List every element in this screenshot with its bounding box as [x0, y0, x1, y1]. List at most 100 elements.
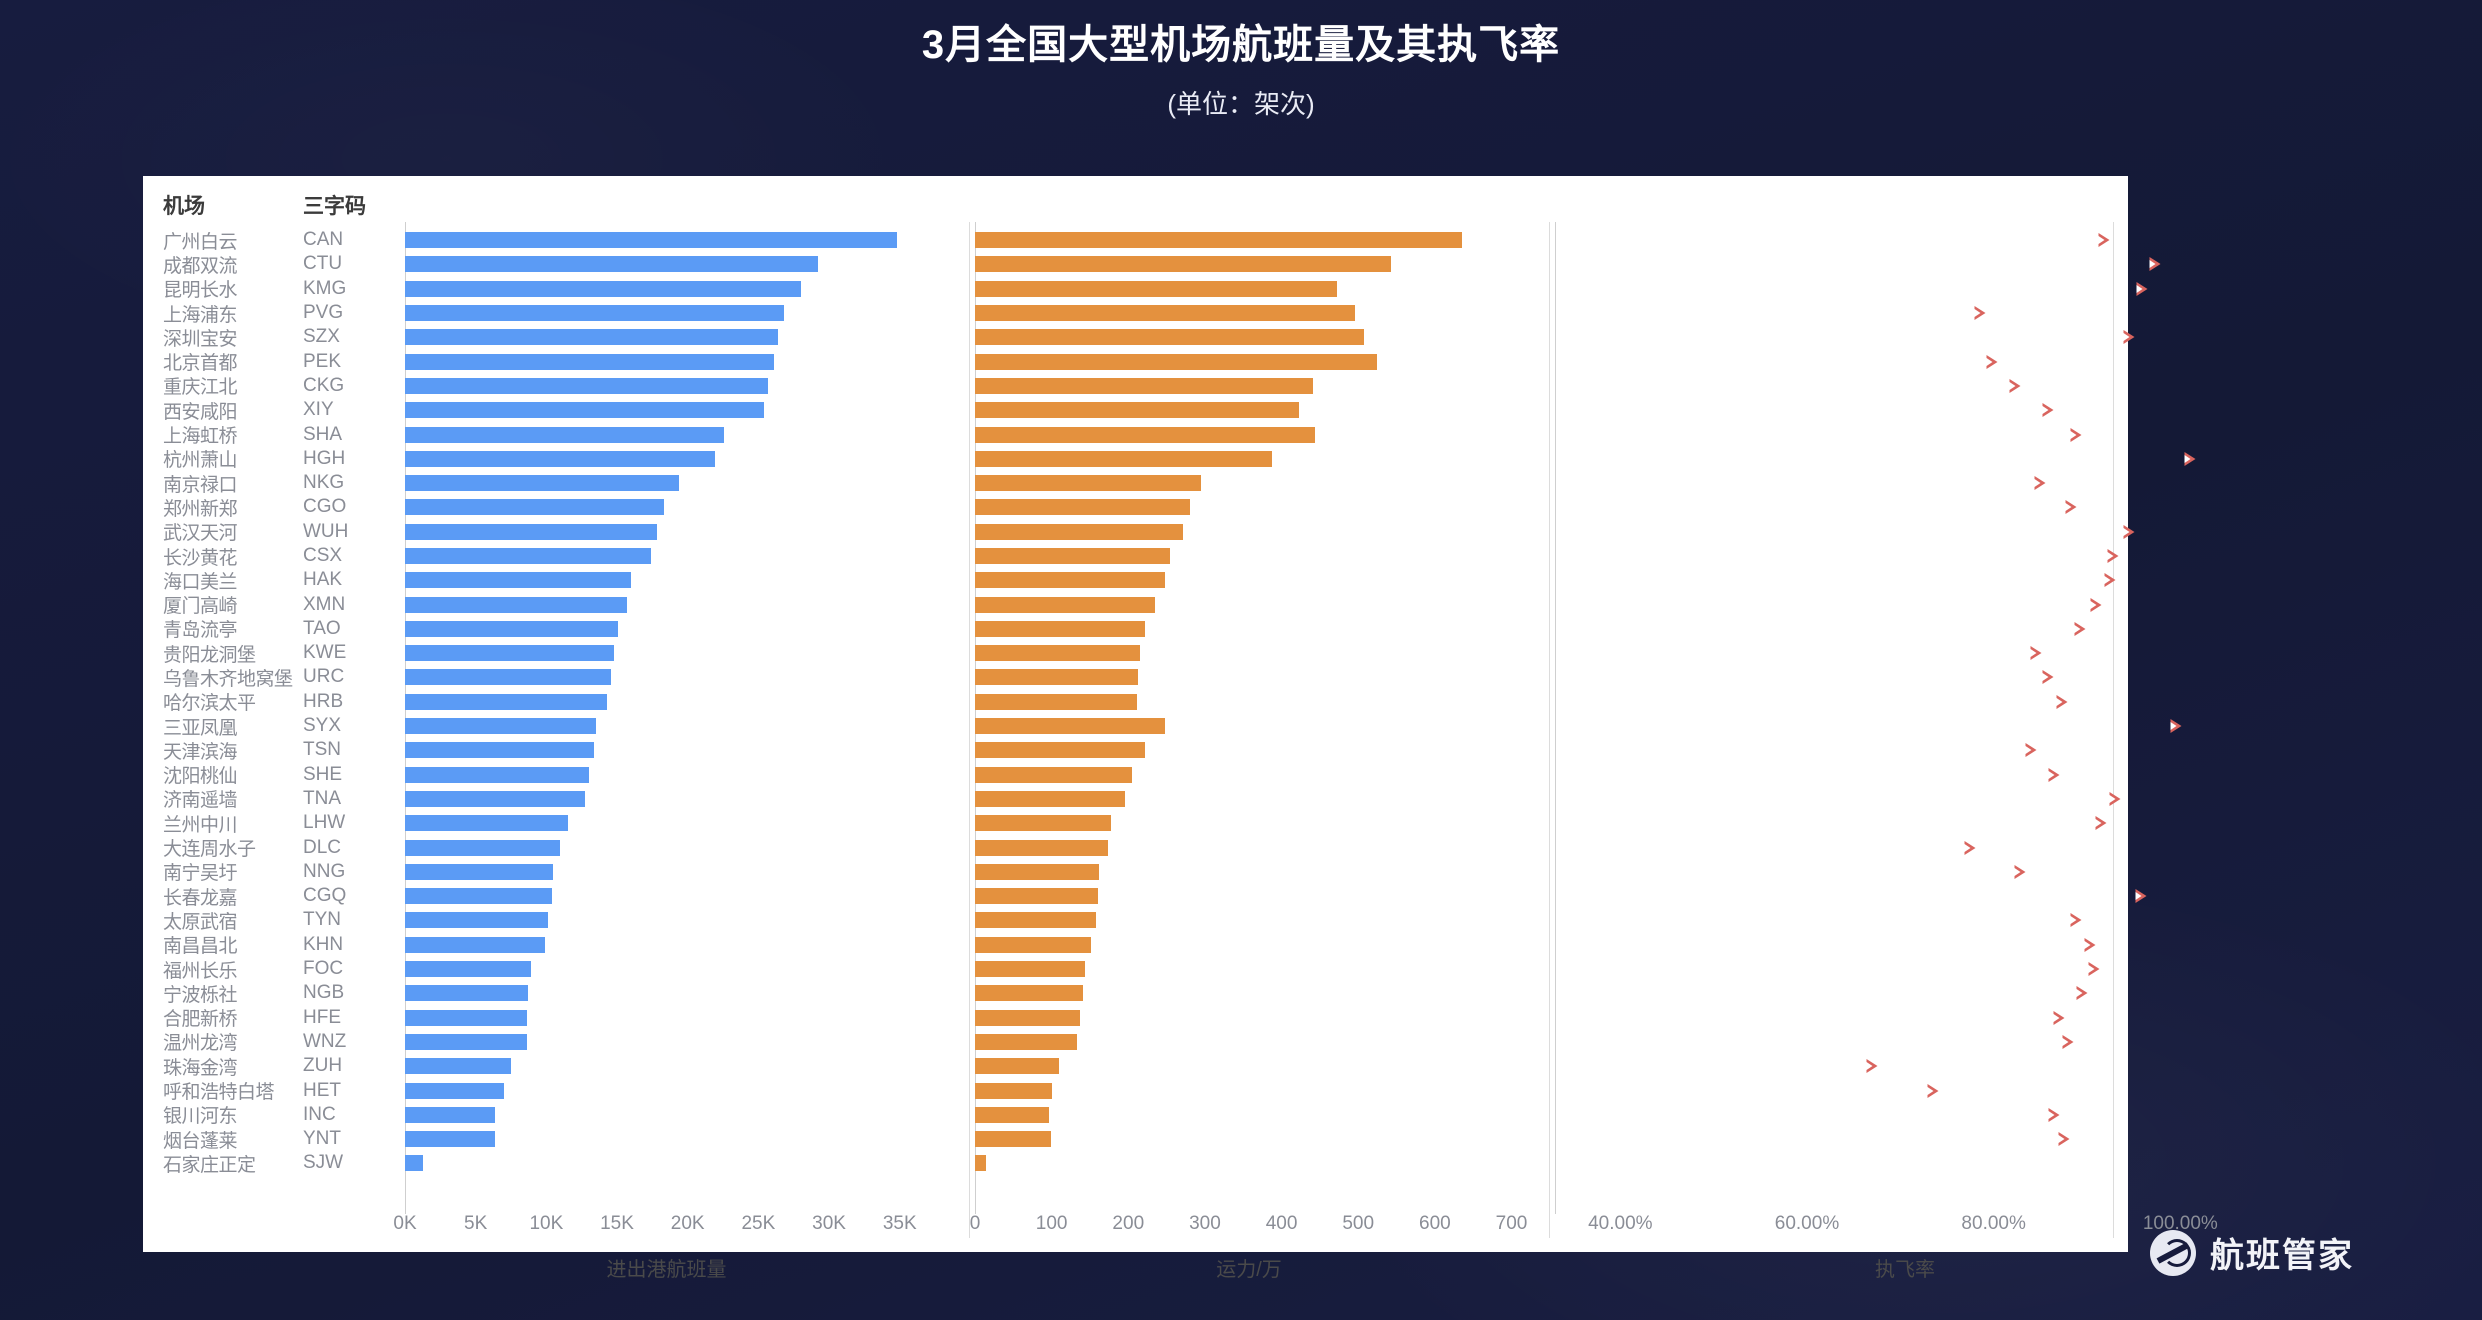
panel-flights-cell [405, 592, 928, 616]
axis-tick-label: 100 [1035, 1213, 1068, 1234]
airport-iata-code: HFE [303, 1006, 341, 1028]
flights-bar [405, 985, 528, 1002]
airport-name: 沈阳桃仙 [163, 766, 238, 788]
panel-capacity-cell [975, 349, 1523, 373]
airport-name: 上海浦东 [163, 304, 238, 326]
flights-bar [405, 912, 548, 929]
axis-tick-label: 700 [1495, 1213, 1528, 1234]
flights-bar [405, 1082, 504, 1099]
airport-iata-code: HGH [303, 447, 346, 469]
panel-flights-cell [405, 835, 928, 859]
panel-rate-cell [1555, 738, 2255, 762]
flights-bar [405, 377, 769, 394]
flights-bar [405, 961, 531, 978]
panel-rate-cell [1555, 277, 2255, 301]
flights-bar [405, 790, 585, 807]
chart-row: 西安咸阳 XIY [143, 398, 2128, 423]
axis-title-flights: 进出港航班量 [606, 1259, 727, 1281]
panel-flights-cell [405, 811, 928, 835]
panel-capacity-cell [975, 1103, 1523, 1127]
capacity-bar [975, 790, 1126, 807]
panel-flights-cell [405, 908, 928, 932]
flights-bar [405, 815, 568, 832]
execution-rate-marker [2135, 889, 2147, 904]
panel-rate-cell [1555, 787, 2255, 811]
airport-name: 珠海金湾 [163, 1057, 238, 1079]
panel-flights-cell [405, 617, 928, 641]
panel-rate-cell [1555, 1078, 2255, 1102]
axis-tick-label: 60.00% [1774, 1213, 1840, 1234]
chart-rows: 广州白云 CAN 成都双流 CTU 昆明长水 KMG 上海浦东 PVG 深圳宝安 SZX 北京首都 P… [143, 228, 2196, 1176]
capacity-bar [975, 475, 1202, 492]
panel-capacity-cell [975, 617, 1523, 641]
airport-name: 海口美兰 [163, 571, 238, 593]
airport-iata-code: DLC [303, 836, 342, 858]
flights-bar [405, 329, 779, 346]
execution-rate-marker [2042, 403, 2054, 418]
panel-rate-cell [1555, 325, 2255, 349]
chart-row: 南宁吴圩 NNG [143, 860, 2128, 884]
panel-rate-cell [1555, 1054, 2255, 1078]
chart-row: 贵阳龙洞堡 KWE [143, 641, 2128, 666]
panel-rate-cell [1555, 690, 2255, 714]
execution-rate-marker [2136, 281, 2148, 296]
panel-capacity-cell [975, 738, 1523, 762]
airport-name: 青岛流亭 [163, 620, 238, 642]
panel-capacity-cell [975, 787, 1523, 811]
capacity-bar [975, 353, 1378, 370]
airport-iata-code: FOC [303, 958, 344, 980]
capacity-bar [975, 402, 1300, 419]
airport-name: 兰州中川 [163, 814, 238, 836]
airport-iata-code: TYN [303, 909, 341, 931]
axis-tick-label: 40.00% [1588, 1213, 1653, 1234]
panel-flights-cell [405, 1030, 928, 1054]
capacity-bar [975, 645, 1140, 662]
panel-rate-cell [1555, 398, 2255, 422]
panel-capacity-cell [975, 398, 1523, 422]
execution-rate-marker [1927, 1083, 1939, 1098]
chart-row: 银川河东 INC [143, 1103, 2128, 1127]
chart-row: 海口美兰 HAK [143, 568, 2128, 593]
panel-rate-cell [1555, 884, 2255, 908]
airport-name: 昆明长水 [163, 280, 238, 302]
panel-flights-cell [405, 228, 928, 252]
flights-bar [405, 888, 552, 905]
airport-name: 南京禄口 [163, 474, 238, 496]
panel-flights-cell [405, 568, 928, 592]
panel-capacity-cell [975, 933, 1523, 957]
airport-iata-code: SZX [303, 326, 340, 348]
airport-iata-code: ZUH [303, 1055, 343, 1077]
panel-rate-cell [1555, 301, 2255, 325]
axis-tick-label: 10K [529, 1213, 564, 1234]
panel-flights-cell [405, 1054, 928, 1078]
capacity-bar [975, 572, 1166, 589]
flights-bar [405, 620, 619, 637]
panel-rate-cell [1555, 228, 2255, 252]
chart-row: 北京首都 PEK [143, 349, 2128, 374]
panel-rate-cell [1555, 933, 2255, 957]
flights-bar [405, 742, 595, 759]
panel-flights-cell [405, 277, 928, 301]
airport-name: 杭州萧山 [163, 450, 238, 472]
capacity-bar [975, 1131, 1051, 1148]
flights-bar [405, 256, 818, 273]
flights-bar [405, 1155, 424, 1172]
panel-flights-cell [405, 544, 928, 568]
airport-name: 成都双流 [163, 255, 238, 277]
capacity-bar [975, 523, 1184, 540]
execution-rate-marker [2123, 330, 2135, 345]
chart-row: 厦门高崎 XMN [143, 592, 2128, 617]
chart-row: 珠海金湾 ZUH [143, 1054, 2128, 1079]
airport-name: 烟台蓬莱 [163, 1130, 238, 1152]
capacity-bar [975, 1106, 1050, 1123]
chart-row: 广州白云 CAN [143, 228, 2128, 253]
airport-iata-code: NKG [303, 472, 345, 494]
chart-row: 福州长乐 FOC [143, 957, 2128, 982]
panel-rate-cell [1555, 544, 2255, 568]
airport-name: 武汉天河 [163, 523, 238, 545]
airport-name: 深圳宝安 [163, 328, 238, 350]
axis-tick-label: 35K [882, 1213, 917, 1234]
panel-rate-cell [1555, 592, 2255, 616]
panel-rate-cell [1555, 957, 2255, 981]
airport-iata-code: CSX [303, 545, 343, 566]
